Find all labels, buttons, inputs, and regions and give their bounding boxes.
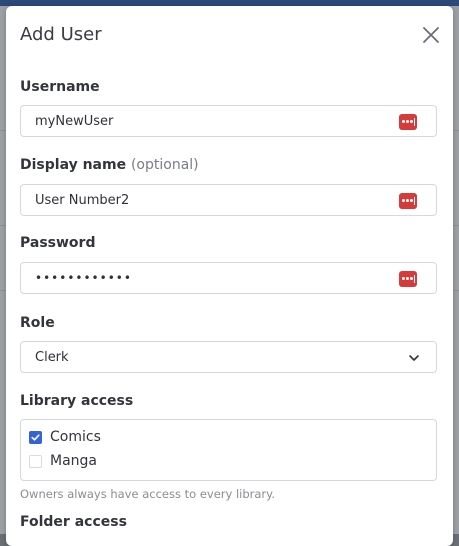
password-input[interactable]: •••••••••••• — [20, 262, 437, 294]
comics-checkbox[interactable] — [29, 431, 42, 444]
optional-hint: (optional) — [130, 157, 199, 173]
password-manager-icon[interactable] — [399, 271, 417, 287]
manga-label: Manga — [50, 453, 97, 469]
manga-checkbox[interactable] — [29, 455, 42, 468]
folder-access-label: Folder access — [20, 514, 127, 530]
close-icon — [423, 27, 439, 43]
close-button[interactable] — [420, 24, 442, 46]
role-label: Role — [20, 315, 55, 331]
role-value: Clerk — [35, 350, 69, 365]
background-divider — [453, 290, 459, 291]
display-name-value: User Number2 — [35, 193, 130, 208]
password-manager-icon[interactable] — [399, 114, 417, 130]
role-select[interactable]: Clerk — [20, 341, 437, 373]
password-manager-icon[interactable] — [399, 193, 417, 209]
chevron-down-icon — [409, 355, 419, 361]
display-name-label-text: Display name — [20, 157, 127, 173]
checkmark-icon — [31, 434, 40, 441]
add-user-dialog: Add User Username myNewUser Display name… — [6, 6, 453, 546]
background-divider — [453, 225, 459, 226]
username-value: myNewUser — [35, 114, 114, 129]
password-label: Password — [20, 235, 96, 251]
comics-label: Comics — [50, 429, 101, 445]
background-divider — [453, 130, 459, 131]
username-input[interactable]: myNewUser — [20, 105, 437, 137]
username-label: Username — [20, 79, 100, 95]
dialog-title: Add User — [20, 24, 102, 45]
library-access-help: Owners always have access to every libra… — [20, 487, 275, 501]
library-access-label: Library access — [20, 393, 134, 409]
display-name-label: Display name (optional) — [20, 157, 199, 173]
display-name-input[interactable]: User Number2 — [20, 184, 437, 216]
library-access-list: Comics Manga — [20, 419, 437, 481]
password-value: •••••••••••• — [35, 271, 132, 285]
